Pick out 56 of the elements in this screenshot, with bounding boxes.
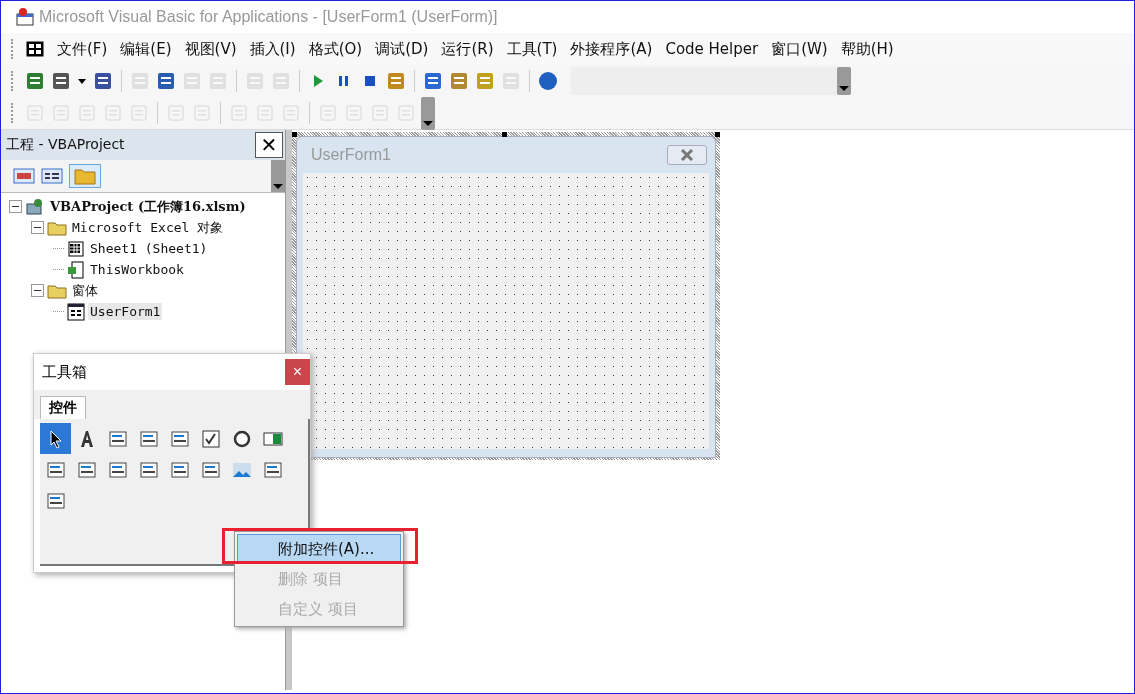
tree-item[interactable]: Sheet1 (Sheet1)	[88, 240, 210, 257]
resize-handle[interactable]	[502, 132, 507, 137]
menu-item[interactable]: Code Helper	[660, 40, 767, 58]
toolbar-overflow-button[interactable]	[421, 96, 435, 130]
toolbox-title: 工具箱	[42, 362, 87, 382]
folder-icon	[47, 282, 67, 299]
close-button[interactable]	[667, 145, 707, 165]
close-icon	[680, 149, 694, 161]
procedure-dropdown[interactable]	[571, 67, 851, 95]
workbook-icon	[67, 260, 85, 279]
collapse-toggle[interactable]	[9, 200, 22, 213]
tree-item[interactable]: Microsoft Excel 对象	[70, 217, 226, 238]
resize-handle[interactable]	[292, 132, 297, 137]
form-title: UserForm1	[311, 146, 391, 164]
collapse-toggle[interactable]	[31, 284, 44, 297]
menu-item[interactable]: 插入(I)	[244, 39, 304, 59]
menu-item[interactable]: 运行(R)	[436, 39, 502, 59]
menu-item[interactable]: 附加控件(A)...	[237, 534, 401, 564]
toggle-folders-button[interactable]	[69, 164, 101, 188]
tree-item[interactable]: ThisWorkbook	[88, 261, 186, 278]
menu-item[interactable]: 编辑(E)	[115, 39, 180, 59]
folder-icon	[47, 219, 67, 236]
form-icon	[67, 302, 85, 321]
menu-item[interactable]: 视图(V)	[179, 39, 245, 59]
app-icon	[15, 7, 35, 27]
menu-item[interactable]: 格式(O)	[303, 39, 371, 59]
menu-item[interactable]: 调试(D)	[370, 39, 437, 59]
form-icon[interactable]	[50, 70, 72, 92]
menu-item[interactable]: 外接程序(A)	[565, 39, 661, 59]
menu-item[interactable]: 帮助(H)	[835, 39, 902, 59]
caret-icon	[423, 118, 433, 127]
resize-handle[interactable]	[715, 132, 720, 137]
tree-item[interactable]: 窗体	[70, 280, 100, 301]
collapse-toggle[interactable]	[31, 221, 44, 234]
control-tool-button[interactable]	[40, 423, 71, 454]
checkbox-icon	[199, 427, 222, 450]
folder-icon	[74, 167, 96, 185]
view-object-icon[interactable]	[41, 167, 63, 185]
view-code-icon[interactable]	[13, 167, 35, 185]
toolbar-overflow-button[interactable]	[271, 160, 285, 192]
window-title: Microsoft Visual Basic for Applications - [UserForm1 (UserForm)]	[39, 8, 498, 26]
tree-item[interactable]: UserForm1	[88, 303, 163, 320]
close-button[interactable]: ✕	[255, 132, 283, 158]
project-icon	[25, 197, 45, 216]
caret-icon	[839, 84, 849, 92]
sheet-icon	[67, 239, 85, 258]
menu-item[interactable]: 文件(F)	[52, 39, 116, 59]
form-icon[interactable]	[26, 41, 44, 57]
tab[interactable]: 控件	[40, 396, 86, 419]
caret-icon	[273, 182, 283, 190]
panel-title: 工程 - VBAProject	[6, 136, 125, 154]
help-icon[interactable]	[537, 70, 559, 92]
menu-item[interactable]: 窗口(W)	[766, 39, 836, 59]
menu-item[interactable]: 工具(T)	[501, 39, 566, 59]
tree-item[interactable]: VBAProject (工作簿16.xlsm)	[48, 196, 248, 217]
close-button[interactable]: ×	[285, 359, 310, 385]
